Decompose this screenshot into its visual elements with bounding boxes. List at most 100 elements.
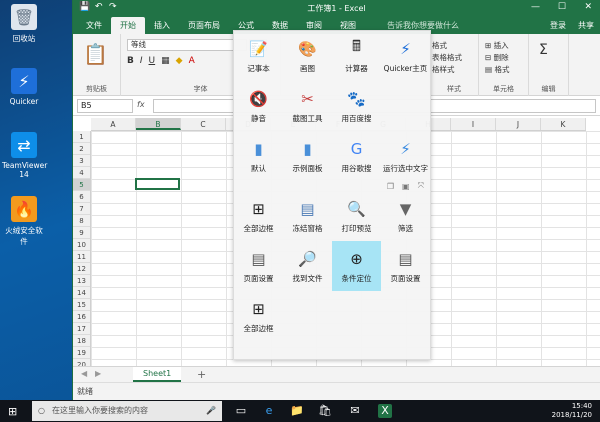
- start-icon[interactable]: ⊞: [8, 405, 17, 418]
- column-header[interactable]: J: [496, 118, 541, 130]
- login-link[interactable]: 登录: [550, 20, 566, 31]
- row-header[interactable]: 17: [73, 323, 90, 335]
- desktop-icon-quicker[interactable]: ⚡ Quicker: [2, 68, 46, 106]
- close-icon[interactable]: ✕: [584, 2, 592, 12]
- font-name-select[interactable]: 等线: [127, 39, 247, 51]
- store-icon[interactable]: 🛍: [318, 404, 332, 418]
- tab-insert[interactable]: 插入: [145, 17, 179, 34]
- fx-icon[interactable]: fx: [137, 100, 145, 109]
- row-header[interactable]: 8: [73, 215, 90, 227]
- tab-page-layout[interactable]: 页面布局: [179, 17, 229, 34]
- quicker-action[interactable]: ⊞ 全部边框: [234, 291, 283, 341]
- quicker-action[interactable]: 🐾 用百度搜: [332, 81, 381, 131]
- font-color-icon[interactable]: A: [189, 56, 195, 66]
- microphone-icon[interactable]: 🎤: [206, 401, 216, 421]
- quicker-action[interactable]: ▤ 冻结窗格: [283, 191, 332, 241]
- row-header[interactable]: 16: [73, 311, 90, 323]
- column-header[interactable]: I: [451, 118, 496, 130]
- quicker-action[interactable]: ✂ 截图工具: [283, 81, 332, 131]
- add-sheet-button[interactable]: +: [197, 368, 206, 381]
- format-item[interactable]: ▤ 格式: [485, 64, 509, 76]
- quicker-action[interactable]: 🔎 找到文件: [283, 241, 332, 291]
- quicker-action[interactable]: ⊞ 全部边框: [234, 191, 283, 241]
- quicker-action[interactable]: ▤ 页面设置: [381, 241, 430, 291]
- share-button[interactable]: 共享: [578, 20, 594, 31]
- row-header[interactable]: 6: [73, 191, 90, 203]
- row-header[interactable]: 4: [73, 167, 90, 179]
- column-header[interactable]: C: [181, 118, 226, 130]
- quicker-action[interactable]: 🎨 画图: [283, 31, 332, 81]
- column-header[interactable]: A: [91, 118, 136, 130]
- quicker-action[interactable]: 📝 记事本: [234, 31, 283, 81]
- borders-icon[interactable]: ▦: [161, 56, 170, 66]
- system-tray: 15:40 2018/11/20: [552, 402, 592, 420]
- quicker-action[interactable]: ▮ 示例面板: [283, 131, 332, 181]
- underline-icon[interactable]: U: [149, 56, 156, 66]
- paste-icon[interactable]: ▣: [402, 182, 410, 191]
- tab-file[interactable]: 文件: [77, 17, 111, 34]
- quicker-icon: ⚡: [11, 68, 37, 94]
- sheet-tab-sheet1[interactable]: Sheet1: [133, 367, 182, 382]
- row-header[interactable]: 10: [73, 239, 90, 251]
- quicker-action[interactable]: G 用谷歌搜: [332, 131, 381, 181]
- copy-icon[interactable]: ❐: [387, 182, 394, 191]
- taskbar-search[interactable]: ○ 在这里输入你要搜索的内容 🎤: [32, 401, 222, 421]
- prev-sheet-icon[interactable]: ◀: [81, 369, 87, 378]
- row-header[interactable]: 19: [73, 347, 90, 359]
- italic-icon[interactable]: I: [140, 56, 143, 66]
- row-header[interactable]: 11: [73, 251, 90, 263]
- column-header[interactable]: K: [541, 118, 586, 130]
- maximize-icon[interactable]: ☐: [558, 2, 566, 12]
- quicker-action[interactable]: ⊕ 条件定位: [332, 241, 381, 291]
- row-headers: 1 2 3 4 5 6 7 8 9 10 11 12 13 14 15 16 17 18 19 20: [73, 131, 91, 366]
- delete-item[interactable]: ⊟ 删除: [485, 52, 509, 64]
- file-explorer-icon[interactable]: 📁: [290, 404, 304, 418]
- row-header[interactable]: 13: [73, 275, 90, 287]
- insert-item[interactable]: ⊞ 插入: [485, 40, 509, 52]
- table-format-item[interactable]: 表格格式: [432, 52, 462, 64]
- tab-home[interactable]: 开始: [111, 17, 145, 34]
- mail-icon[interactable]: ✉: [348, 404, 362, 418]
- next-sheet-icon[interactable]: ▶: [95, 369, 101, 378]
- row-header[interactable]: 12: [73, 263, 90, 275]
- styles-group: 格式 表格格式 格样式 样式: [429, 34, 479, 96]
- desktop-icon-teamviewer[interactable]: ⇄ TeamViewer 14: [2, 132, 47, 179]
- sum-icon[interactable]: Σ: [539, 42, 548, 58]
- name-box[interactable]: B5: [77, 99, 133, 113]
- bold-icon[interactable]: B: [127, 56, 134, 66]
- fill-color-icon[interactable]: ◆: [176, 56, 183, 66]
- row-header[interactable]: 7: [73, 203, 90, 215]
- row-header[interactable]: 20: [73, 359, 90, 366]
- column-header[interactable]: B: [136, 118, 181, 130]
- edge-icon[interactable]: e: [262, 404, 276, 418]
- quicker-action[interactable]: 🖩 计算器: [332, 31, 381, 81]
- quicker-action[interactable]: 🔇 静音: [234, 81, 283, 131]
- paste-icon[interactable]: 📋: [83, 42, 108, 66]
- notepad-icon: 📝: [249, 39, 268, 58]
- row-header[interactable]: 15: [73, 299, 90, 311]
- row-header[interactable]: 9: [73, 227, 90, 239]
- selected-cell[interactable]: [135, 178, 180, 190]
- row-header[interactable]: 2: [73, 143, 90, 155]
- quicker-action[interactable]: ⚡ Quicker主页: [381, 31, 430, 81]
- task-view-icon[interactable]: ▭: [234, 404, 248, 418]
- desktop-icon-recycle-bin[interactable]: 🗑 回收站: [2, 4, 46, 44]
- quicker-action[interactable]: 🔍 打印预览: [332, 191, 381, 241]
- quicker-action[interactable]: ⚡ 运行选中文字: [381, 131, 430, 181]
- row-header[interactable]: 18: [73, 335, 90, 347]
- excel-taskbar-icon[interactable]: X: [378, 404, 392, 418]
- quicker-action[interactable]: ▼ 筛选: [381, 191, 430, 241]
- conditional-format-item[interactable]: 格式: [432, 40, 462, 52]
- cell-styles-item[interactable]: 格样式: [432, 64, 462, 76]
- quicker-action-label: 打印预览: [341, 223, 372, 233]
- quicker-action[interactable]: ▤ 页面设置: [234, 241, 283, 291]
- default-icon: ▮: [254, 139, 263, 158]
- collapse-icon[interactable]: ⤧: [418, 181, 424, 191]
- row-header[interactable]: 1: [73, 131, 90, 143]
- quicker-action[interactable]: ▮ 默认: [234, 131, 283, 181]
- row-header[interactable]: 14: [73, 287, 90, 299]
- row-header[interactable]: 5: [73, 179, 90, 191]
- desktop-icon-huorong[interactable]: 🔥 火绒安全软件: [2, 196, 46, 247]
- row-header[interactable]: 3: [73, 155, 90, 167]
- minimize-icon[interactable]: —: [531, 2, 540, 12]
